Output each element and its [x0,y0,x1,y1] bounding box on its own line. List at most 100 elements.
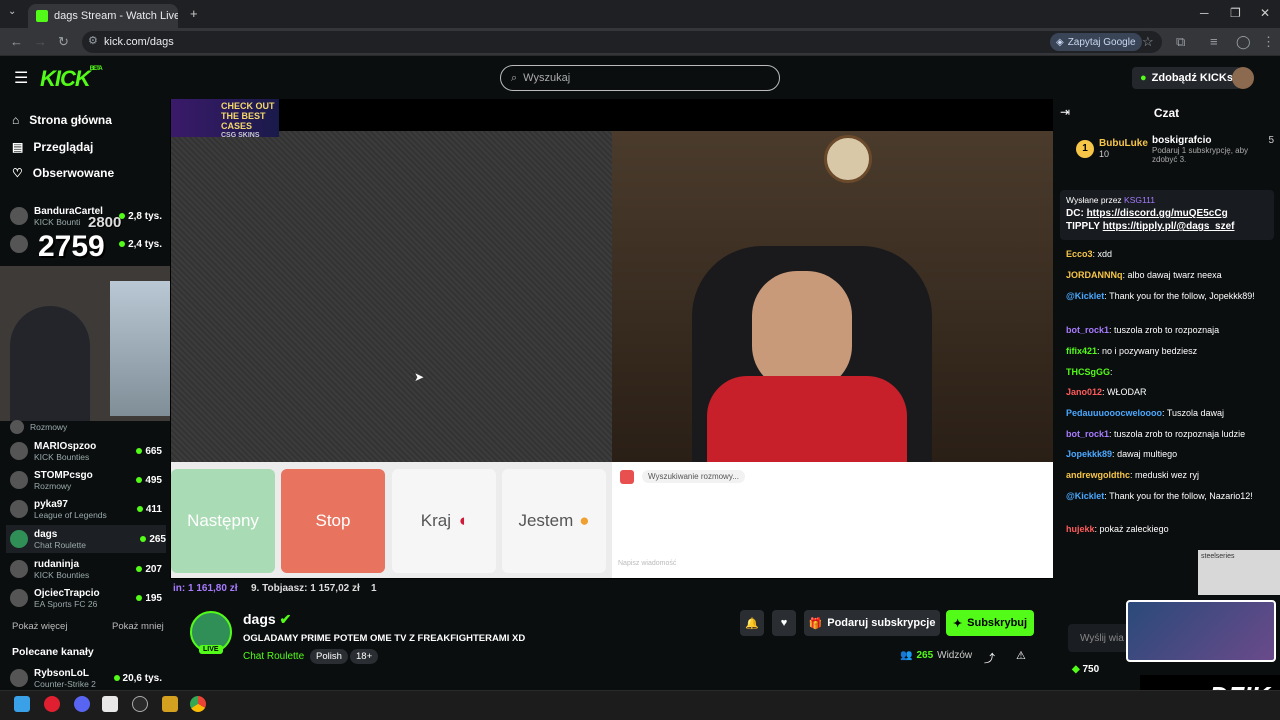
url-field[interactable]: kick.com/dags [82,31,1162,53]
show-less-link[interactable]: Pokaż mniej [112,621,164,632]
top-gifter-badge[interactable]: 1 BubuLuke 10 [1076,138,1148,159]
points-icon: ◆ [1072,664,1080,675]
live-dot [136,448,143,454]
country-button[interactable]: Kraj ◖ [392,469,496,573]
live-dot [136,566,143,572]
tag-18plus[interactable]: 18+ [350,649,379,664]
channel-avatar [10,500,28,518]
live-dot [113,675,120,681]
sidebar-channel[interactable]: pyka97 League of Legends 411 [10,495,162,523]
channel-avatar [10,442,28,460]
tag-polish[interactable]: Polish [310,649,348,664]
bell-icon: 🔔 [745,617,759,630]
subscribe-button[interactable]: ✦ Subskrybuj [946,610,1034,636]
skins-overlay-ad [1126,600,1276,662]
chat-message: JORDANNNq: albo dawaj twarz neexa [1066,270,1222,280]
google-button-label: Zapytaj Google [1067,36,1136,48]
live-dot [136,506,143,512]
chrome-icon[interactable] [190,696,206,712]
recommended-heading: Polecane kanały [12,646,94,658]
streamer-red-shirt [707,376,907,462]
media-icon[interactable]: ≡ [1210,34,1218,49]
menu-dots-icon[interactable]: ⋮ [1262,34,1275,50]
kick-logo[interactable]: KICKBETA [40,66,103,92]
bookmark-star-icon[interactable]: ☆ [1142,34,1154,50]
search-input[interactable]: ⌕ Wyszukaj [500,65,780,91]
reload-icon[interactable]: ↻ [58,34,69,50]
share-icon[interactable]: ⤴ [984,650,995,666]
kick-favicon-icon [36,10,48,22]
show-more-link[interactable]: Pokaż więcej [12,621,67,632]
browser-tab[interactable]: dags Stream - Watch Live o 🔊 ✕ [28,4,178,28]
sidebar-channel[interactable]: STOMPcsgo Rozmowy 495 [10,466,162,494]
chat-message: Jano012: WŁODAR [1066,387,1147,397]
notification-bell-button[interactable]: 🔔 [740,610,764,636]
url-text: kick.com/dags [104,36,174,48]
pinned-message[interactable]: Wysłane przez KSG111 DC: https://discord… [1060,190,1274,240]
home-icon: ⌂ [12,113,20,127]
search-icon: ⌕ [511,71,518,84]
channel-avatar [10,669,28,687]
stop-button[interactable]: Stop [281,469,385,573]
back-icon[interactable]: ← [10,34,23,49]
roulette-logo-icon [620,470,634,484]
restore-icon[interactable]: ❐ [1230,6,1241,20]
follow-heart-button[interactable]: ♥ [772,610,796,636]
verified-icon: ✔ [279,611,292,627]
gift-subs-button[interactable]: 🎁 Podaruj subskrypcje [804,610,940,636]
site-info-icon[interactable]: ⚙ [88,34,98,47]
sidebar-channel[interactable]: MARIOspzoo KICK Bounties 665 [10,437,162,465]
channel-avatar [10,207,28,225]
stream-category-link[interactable]: Chat Roulette [243,651,304,662]
file-explorer-icon[interactable] [102,696,118,712]
hamburger-menu-icon[interactable]: ☰ [14,68,28,88]
live-dot [136,595,143,601]
profile-icon[interactable]: ◯ [1236,34,1251,50]
extensions-icon[interactable]: ⧉ [1176,34,1185,50]
sidebar-channel[interactable]: OjciecTrapcio EA Sports FC 26 195 [10,584,162,612]
sidebar-channel-active[interactable]: dags Chat Roulette 265 [6,525,166,553]
sponsor-ad-banner[interactable]: CHECK OUT THE BEST CASES CSG SKINS [171,99,279,139]
heart-icon: ♥ [780,617,788,629]
minimize-icon[interactable]: ─ [1200,6,1209,20]
channel-avatar [10,420,24,434]
facecam-person [10,306,90,421]
get-kicks-button[interactable]: ● Zdobądź KICKs [1132,67,1241,89]
opera-icon[interactable] [44,696,60,712]
user-avatar[interactable] [1232,67,1254,89]
steelseries-overlay-ad: steelseries [1198,550,1280,595]
windows-start-icon[interactable] [14,696,30,712]
google-search-button[interactable]: ◈ Zapytaj Google [1050,33,1142,51]
tab-list-icon[interactable]: ⌄ [8,6,16,17]
stream-title: OGLADAMY PRIME POTEM OME TV Z FREAKFIGHT… [243,633,526,644]
sidebar-nav-following[interactable]: ♡ Obserwowane [12,166,114,180]
streamer-head [752,271,852,391]
sidebar-recommended-channel[interactable]: RybsonLoL Counter-Strike 2 20,6 tys. [10,664,162,692]
report-icon[interactable]: ⚠ [1016,649,1026,662]
app-icon[interactable] [162,696,178,712]
forward-icon[interactable]: → [34,34,47,49]
chat-message: Jopekkk89: dawaj multiego [1066,449,1178,459]
sidebar-channel[interactable]: Rozmowy [10,418,162,436]
new-tab-icon[interactable]: + [190,6,198,21]
chat-message: @Kicklet: Thank you for the follow, Naza… [1066,491,1253,501]
sidebar-channel[interactable]: rudaninja KICK Bounties 207 [10,555,162,583]
discord-link[interactable]: https://discord.gg/muQE5cCg [1087,208,1228,219]
roulette-message-input[interactable]: Napisz wiadomość [618,560,676,567]
heart-icon: ♡ [12,166,23,180]
discord-icon[interactable] [74,696,90,712]
wall-clock [824,135,872,183]
tipply-link[interactable]: https://tipply.pl/@dags_szef [1103,221,1235,232]
steam-icon[interactable] [132,696,148,712]
sidebar-channel[interactable]: BanduraCartel KICK Bounti 2,8 tys. [10,202,162,230]
sidebar-nav-home[interactable]: ⌂ Strona główna [12,113,112,127]
gift-user-card[interactable]: boskigrafcio 5 Podaruj 1 subskrypcję, aby… [1152,135,1274,164]
gender-button[interactable]: Jestem ● [502,469,606,573]
close-window-icon[interactable]: ✕ [1260,6,1270,20]
channel-name[interactable]: dags ✔ [243,611,291,628]
browser-tabbar: ⌄ dags Stream - Watch Live o 🔊 ✕ + ─ ❐ ✕ [0,0,1280,28]
next-button[interactable]: Następny [171,469,275,573]
search-placeholder: Wyszukaj [523,72,571,84]
channel-points[interactable]: ◆ 750 [1072,664,1099,675]
sidebar-nav-browse[interactable]: ▤ Przeglądaj [12,140,93,154]
